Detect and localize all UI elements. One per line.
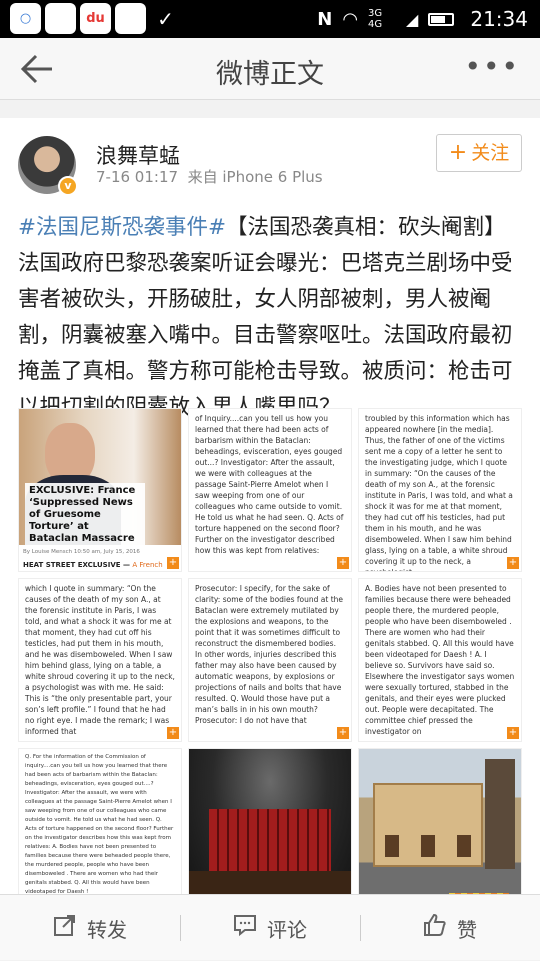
repost-button[interactable]: 转发 bbox=[0, 895, 180, 961]
article-excerpt: A. Bodies have not been presented to fam… bbox=[365, 584, 515, 736]
image-thumbnail-3[interactable]: troubled by this information which has a… bbox=[358, 408, 522, 572]
expand-icon: + bbox=[167, 727, 179, 739]
article-excerpt: of Inquiry....can you tell us how you le… bbox=[195, 414, 344, 555]
article-excerpt: which I quote in summary: “On the causes… bbox=[25, 584, 175, 736]
expand-icon: + bbox=[167, 557, 179, 569]
stage-floor bbox=[189, 871, 351, 894]
article-byline: By Louise Mensch 10:50 am, July 15, 2016 bbox=[23, 549, 140, 555]
signal-icon: ◢ bbox=[406, 9, 419, 29]
notification-icons: ○ du ✓ bbox=[10, 3, 181, 34]
building-facade bbox=[373, 783, 483, 867]
image-thumbnail-8[interactable] bbox=[188, 748, 352, 894]
image-thumbnail-6[interactable]: A. Bodies have not been presented to fam… bbox=[358, 578, 522, 742]
shield-check-icon: ✓ bbox=[157, 6, 174, 31]
hashtag-link[interactable]: #法国尼斯恐袭事件# bbox=[18, 215, 226, 240]
clock: 21:34 bbox=[470, 7, 528, 31]
baidu-map-icon: du bbox=[80, 3, 111, 34]
post-text: 【法国恐袭真相：砍头阉割】法国政府巴黎恐袭案听证会曝光：巴塔克兰剧场中受害者被砍… bbox=[18, 215, 513, 420]
window bbox=[385, 835, 399, 857]
more-options-icon[interactable]: ••• bbox=[464, 50, 520, 83]
comment-button[interactable]: 评论 bbox=[180, 895, 360, 961]
chat-app-icon: ○ bbox=[10, 3, 41, 34]
theater-seats bbox=[209, 809, 331, 879]
thumbs-up-icon bbox=[423, 913, 447, 943]
post-source: 来自 iPhone 6 Plus bbox=[187, 168, 323, 186]
post-content: #法国尼斯恐袭事件#【法国恐袭真相：砍头阉割】法国政府巴黎恐袭案听证会曝光：巴塔… bbox=[18, 210, 524, 426]
like-button[interactable]: 赞 bbox=[360, 895, 540, 961]
window bbox=[421, 835, 435, 857]
image-thumbnail-7[interactable]: Q. For the information of the Commission… bbox=[18, 748, 182, 894]
status-bar: ○ du ✓ N ◠ 3G 4G ◢ 21:34 bbox=[0, 0, 540, 38]
follow-label: 关注 bbox=[471, 142, 510, 164]
comment-label: 评论 bbox=[267, 917, 307, 942]
window bbox=[457, 835, 471, 857]
image-thumbnail-4[interactable]: which I quote in summary: “On the causes… bbox=[18, 578, 182, 742]
wifi-icon: ◠ bbox=[342, 8, 359, 30]
expand-icon: + bbox=[507, 557, 519, 569]
battery-icon bbox=[428, 12, 455, 26]
blank-app-icon bbox=[45, 3, 76, 34]
repost-label: 转发 bbox=[87, 917, 127, 942]
theater-stage-photo bbox=[189, 749, 351, 894]
tree bbox=[485, 759, 515, 869]
action-bar: 转发 评论 赞 bbox=[0, 894, 540, 960]
section-link: A French bbox=[132, 561, 163, 569]
article-excerpt: troubled by this information which has a… bbox=[365, 414, 513, 571]
blank-app-icon bbox=[115, 3, 146, 34]
article-section: HEAT STREET EXCLUSIVE — A French bbox=[23, 561, 163, 569]
weibo-post: v 浪舞草蜢 7-16 01:17 来自 iPhone 6 Plus + 关注 #… bbox=[0, 118, 540, 894]
plus-icon: + bbox=[448, 140, 468, 165]
bataclan-facade-photo bbox=[359, 749, 521, 894]
expand-icon: + bbox=[337, 557, 349, 569]
navigation-bar: 微博正文 ••• bbox=[0, 38, 540, 100]
page-title: 微博正文 bbox=[216, 59, 324, 90]
expand-icon: + bbox=[507, 727, 519, 739]
image-thumbnail-5[interactable]: Prosecutor: I specify, for the sake of c… bbox=[188, 578, 352, 742]
section-name: HEAT STREET EXCLUSIVE bbox=[23, 561, 121, 569]
article-excerpt: Q. For the information of the Commission… bbox=[25, 754, 174, 894]
comment-icon bbox=[233, 913, 257, 943]
like-label: 赞 bbox=[457, 917, 477, 942]
expand-icon: + bbox=[337, 727, 349, 739]
follow-button[interactable]: + 关注 bbox=[436, 134, 522, 172]
system-status: N ◠ 3G 4G ◢ 21:34 bbox=[317, 0, 528, 38]
article-headline: EXCLUSIVE: France ‘Suppressed News of Gr… bbox=[25, 483, 145, 547]
verified-badge-icon: v bbox=[58, 176, 78, 196]
article-excerpt: Prosecutor: I specify, for the sake of c… bbox=[195, 584, 344, 725]
network-type: 3G 4G bbox=[368, 8, 383, 30]
image-thumbnail-1[interactable]: EXCLUSIVE: France ‘Suppressed News of Gr… bbox=[18, 408, 182, 572]
post-meta: 7-16 01:17 来自 iPhone 6 Plus bbox=[96, 166, 323, 187]
share-icon bbox=[53, 913, 77, 943]
image-thumbnail-2[interactable]: of Inquiry....can you tell us how you le… bbox=[188, 408, 352, 572]
image-thumbnail-9[interactable] bbox=[358, 748, 522, 894]
timestamp: 7-16 01:17 bbox=[96, 168, 179, 186]
nfc-icon: N bbox=[317, 8, 333, 30]
